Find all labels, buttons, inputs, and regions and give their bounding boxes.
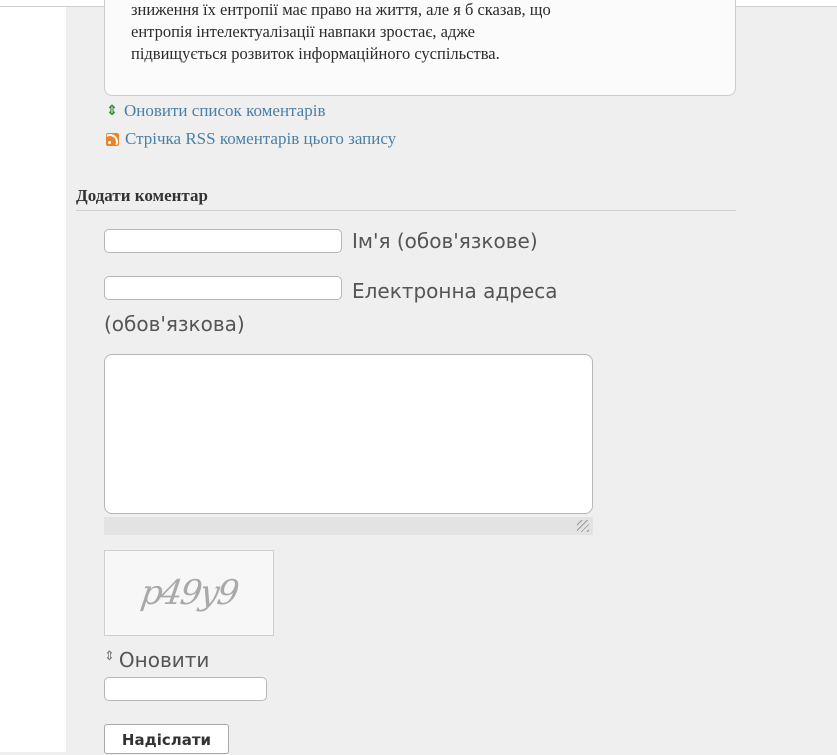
comment-line: підвищується розвиток інформаційного сус… bbox=[131, 44, 500, 63]
comment-textarea[interactable] bbox=[104, 354, 593, 514]
captcha-text: p49y9 bbox=[138, 573, 240, 613]
email-input[interactable] bbox=[104, 276, 342, 300]
captcha-input[interactable] bbox=[104, 677, 267, 701]
captcha-refresh-link[interactable]: ⇕ Оновити bbox=[104, 648, 209, 672]
name-label: Ім'я (обов'язкове) bbox=[352, 229, 538, 253]
comment-text: зниження їх ентропії має право на життя,… bbox=[131, 0, 721, 65]
captcha-refresh-label[interactable]: Оновити bbox=[119, 648, 210, 672]
refresh-comments-link[interactable]: ⇕ Оновити список коментарів bbox=[106, 97, 396, 125]
comment-line: зниження їх ентропії має право на життя,… bbox=[131, 0, 551, 19]
resize-grip-icon[interactable] bbox=[577, 520, 589, 532]
section-divider bbox=[76, 210, 736, 211]
rss-feed-label[interactable]: Стрічка RSS коментарів цього запису bbox=[125, 129, 396, 149]
comment-links: ⇕ Оновити список коментарів Стрічка RSS … bbox=[106, 97, 396, 153]
comment-body: зниження їх ентропії має право на життя,… bbox=[104, 0, 736, 96]
add-comment-heading: Додати коментар bbox=[76, 186, 208, 205]
email-label: Електронна адреса bbox=[352, 279, 558, 303]
email-label-continuation: (обов'язкова) bbox=[104, 312, 245, 336]
captcha-image: p49y9 bbox=[104, 550, 274, 636]
refresh-icon: ⇕ bbox=[104, 648, 115, 664]
refresh-comments-label[interactable]: Оновити список коментарів bbox=[124, 101, 325, 121]
rss-icon bbox=[106, 132, 119, 146]
name-input[interactable] bbox=[104, 229, 342, 253]
page-left-margin bbox=[0, 0, 66, 752]
comment-line: ентропія інтелектуалізації навпаки зрост… bbox=[131, 22, 475, 41]
rss-feed-link[interactable]: Стрічка RSS коментарів цього запису bbox=[106, 125, 396, 153]
refresh-icon: ⇕ bbox=[106, 103, 118, 119]
submit-button[interactable]: Надіслати bbox=[104, 724, 229, 754]
textarea-resize-bar bbox=[104, 517, 593, 535]
